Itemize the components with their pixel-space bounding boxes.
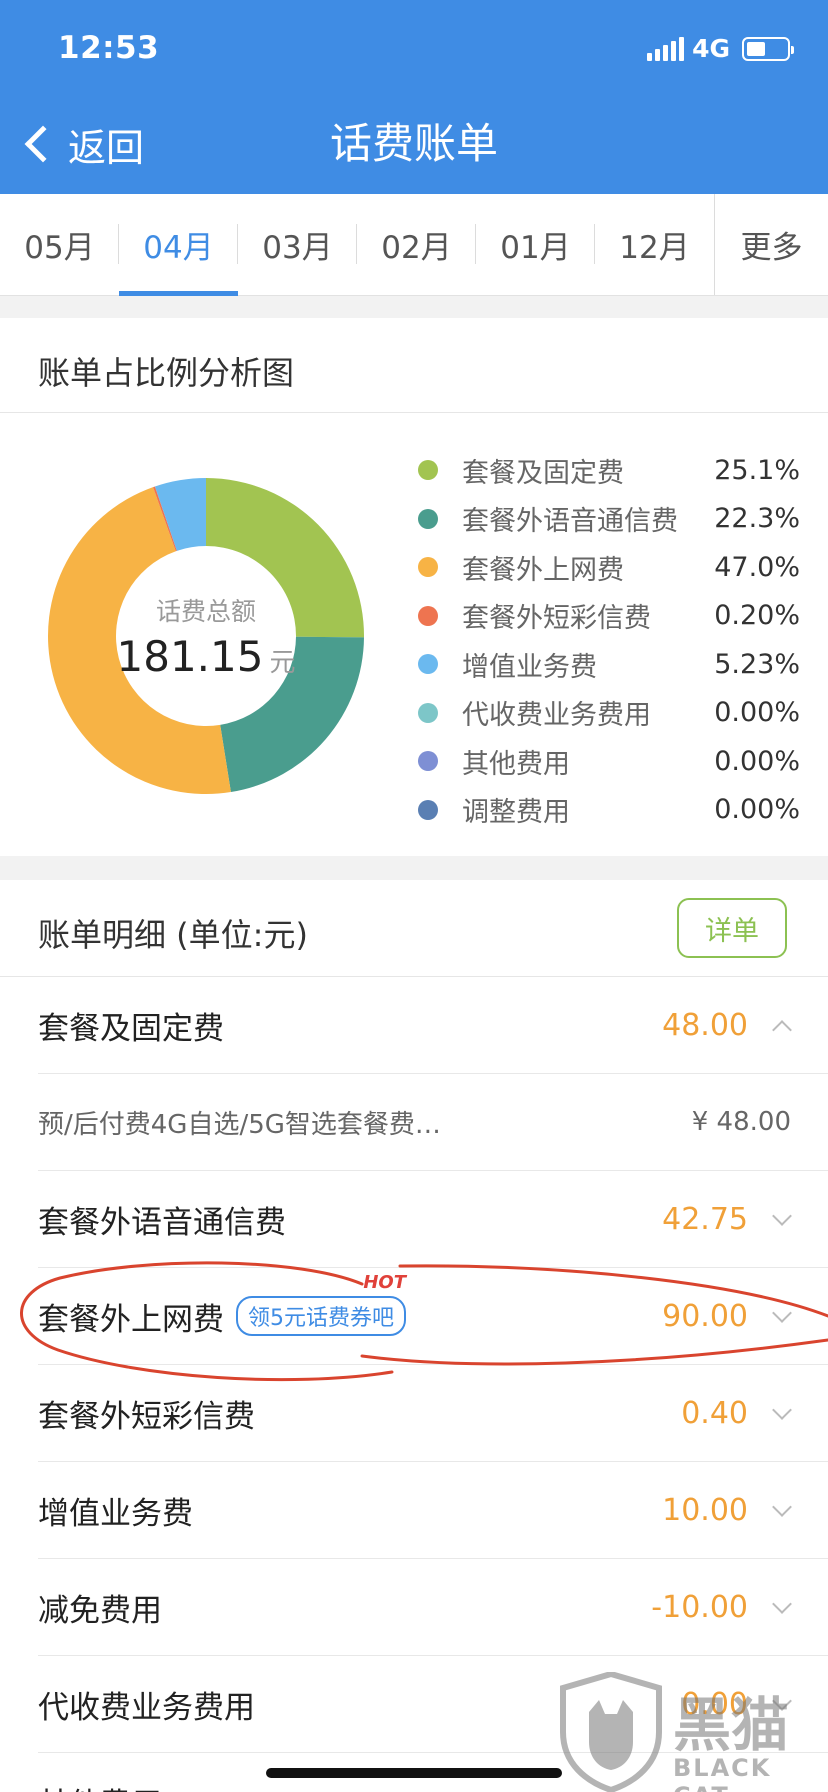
tab-month-active[interactable]: 04月: [119, 194, 238, 296]
legend-value: 0.00%: [714, 697, 800, 729]
chevron-down-icon: [772, 1691, 792, 1711]
signal-icon: [647, 36, 685, 61]
legend-dot-icon: [418, 605, 438, 626]
chevron-down-icon: [772, 1497, 792, 1517]
tab-month[interactable]: 05月: [0, 194, 119, 295]
legend-item: 增值业务费 5.23%: [410, 640, 800, 689]
detail-list-button[interactable]: 详单: [677, 898, 787, 958]
fee-label: 减免费用: [38, 1592, 162, 1629]
page-title: 话费账单: [329, 119, 498, 168]
month-tabs: 05月 04月 03月 02月 01月 12月 更多: [0, 194, 828, 296]
legend-label: 套餐外短彩信费: [462, 603, 651, 635]
legend-value: 25.1%: [714, 454, 800, 486]
legend-item: 其他费用 0.00%: [410, 737, 800, 786]
legend-dot-icon: [418, 702, 438, 723]
fee-amount: 10.00: [662, 1492, 748, 1528]
legend-dot-icon: [418, 557, 438, 578]
fee-label: 套餐外上网费: [38, 1301, 224, 1338]
fee-row-package[interactable]: 套餐及固定费 48.00: [38, 977, 828, 1074]
legend-dot-icon: [418, 508, 438, 529]
legend-value: 0.00%: [714, 745, 800, 777]
legend-item: 套餐外短彩信费 0.20%: [410, 592, 800, 641]
legend-label: 套餐及固定费: [462, 457, 624, 489]
legend-item: 代收费业务费用 0.00%: [410, 689, 800, 738]
fee-amount: 0.00: [681, 1686, 748, 1722]
fee-amount: 0.40: [681, 1395, 748, 1431]
status-icons: 4G: [647, 34, 794, 63]
tab-month[interactable]: 12月: [595, 194, 714, 295]
fee-amount: 48.00: [662, 1007, 748, 1043]
network-type: 4G: [692, 34, 730, 63]
chevron-down-icon: [772, 1206, 792, 1226]
battery-icon: [742, 36, 794, 61]
legend-label: 代收费业务费用: [462, 700, 651, 732]
fee-row-sms[interactable]: 套餐外短彩信费 0.40: [38, 1365, 828, 1462]
fee-label: 套餐外短彩信费: [38, 1398, 255, 1435]
fee-row-discount[interactable]: 减免费用 -10.00: [38, 1559, 828, 1656]
tab-month[interactable]: 03月: [238, 194, 357, 295]
total-label: 话费总额: [155, 596, 256, 626]
chevron-up-icon: [772, 1020, 792, 1040]
legend-value: 0.00%: [714, 794, 800, 826]
sub-fee-amount: ¥ 48.00: [691, 1107, 791, 1137]
fee-row-voice[interactable]: 套餐外语音通信费 42.75: [38, 1171, 828, 1268]
fee-label: 增值业务费: [38, 1495, 193, 1532]
legend-item: 套餐外语音通信费 22.3%: [410, 495, 800, 544]
detail-rows: 套餐及固定费 48.00 预/后付费4G自选/5G智选套餐费… ¥ 48.00 …: [0, 977, 828, 1792]
app-header: 12:53 4G 返回 话费账单: [0, 0, 828, 194]
legend-value: 0.20%: [714, 600, 800, 632]
legend-dot-icon: [418, 751, 438, 772]
chart-legend: 套餐及固定费 25.1% 套餐外语音通信费 22.3% 套餐外上网费 47.0% 套餐外短彩…: [410, 446, 800, 834]
donut-center: 话费总额 181.15 元: [46, 476, 366, 796]
legend-value: 22.3%: [714, 503, 800, 535]
legend-dot-icon: [418, 799, 438, 820]
chevron-down-icon: [772, 1400, 792, 1420]
fee-label: 套餐及固定费: [38, 1010, 224, 1047]
legend-label: 增值业务费: [462, 651, 597, 683]
fee-label: 其他费用: [38, 1753, 162, 1792]
legend-item: 套餐外上网费 47.0%: [410, 543, 800, 592]
chevron-down-icon: [772, 1594, 792, 1614]
legend-dot-icon: [418, 654, 438, 675]
status-time: 12:53: [58, 30, 160, 66]
bill-detail-card: 账单明细 (单位:元) 详单 套餐及固定费 48.00 预/后付费4G自选/5G…: [0, 880, 828, 1792]
tab-month[interactable]: 01月: [476, 194, 595, 295]
legend-label: 套餐外上网费: [462, 554, 624, 586]
fee-amount: 42.75: [662, 1201, 748, 1237]
total-unit: 元: [269, 647, 296, 678]
tab-more[interactable]: 更多: [714, 194, 828, 295]
divider: [0, 412, 828, 413]
fee-label: 代收费业务费用: [38, 1689, 255, 1726]
coupon-button[interactable]: 领5元话费券吧 HOT: [236, 1272, 406, 1336]
legend-dot-icon: [418, 460, 438, 481]
chevron-down-icon: [772, 1303, 792, 1323]
bill-analysis-card: 账单占比例分析图 话费总额 181.15 元 套餐及固定费 25.1% 套餐外语音通信…: [0, 318, 828, 856]
fee-row-value-added[interactable]: 增值业务费 10.00: [38, 1462, 828, 1559]
detail-title: 账单明细 (单位:元): [38, 916, 308, 954]
fee-row-collection[interactable]: 代收费业务费用 0.00: [38, 1656, 828, 1753]
legend-value: 47.0%: [714, 551, 800, 583]
analysis-title: 账单占比例分析图: [38, 354, 295, 392]
fee-row-data[interactable]: 套餐外上网费 领5元话费券吧 HOT 90.00: [38, 1268, 828, 1365]
legend-label: 套餐外语音通信费: [462, 506, 678, 538]
legend-value: 5.23%: [714, 648, 800, 680]
home-indicator: [266, 1768, 562, 1778]
legend-label: 其他费用: [462, 748, 570, 780]
fee-label: 套餐外语音通信费: [38, 1204, 286, 1241]
sub-fee-label: 预/后付费4G自选/5G智选套餐费…: [38, 1109, 441, 1140]
fee-amount: 90.00: [662, 1298, 748, 1334]
legend-label: 调整费用: [462, 797, 570, 829]
legend-item: 套餐及固定费 25.1%: [410, 446, 800, 495]
fee-subrow: 预/后付费4G自选/5G智选套餐费… ¥ 48.00: [38, 1074, 828, 1171]
legend-item: 调整费用 0.00%: [410, 786, 800, 835]
total-amount: 181.15: [116, 631, 264, 681]
coupon-label: 领5元话费券吧: [248, 1306, 394, 1331]
fee-amount: -10.00: [651, 1589, 748, 1625]
fee-label-group: 套餐外上网费 领5元话费券吧 HOT: [38, 1268, 406, 1364]
tab-month[interactable]: 02月: [357, 194, 476, 295]
hot-badge: HOT: [363, 1272, 406, 1293]
